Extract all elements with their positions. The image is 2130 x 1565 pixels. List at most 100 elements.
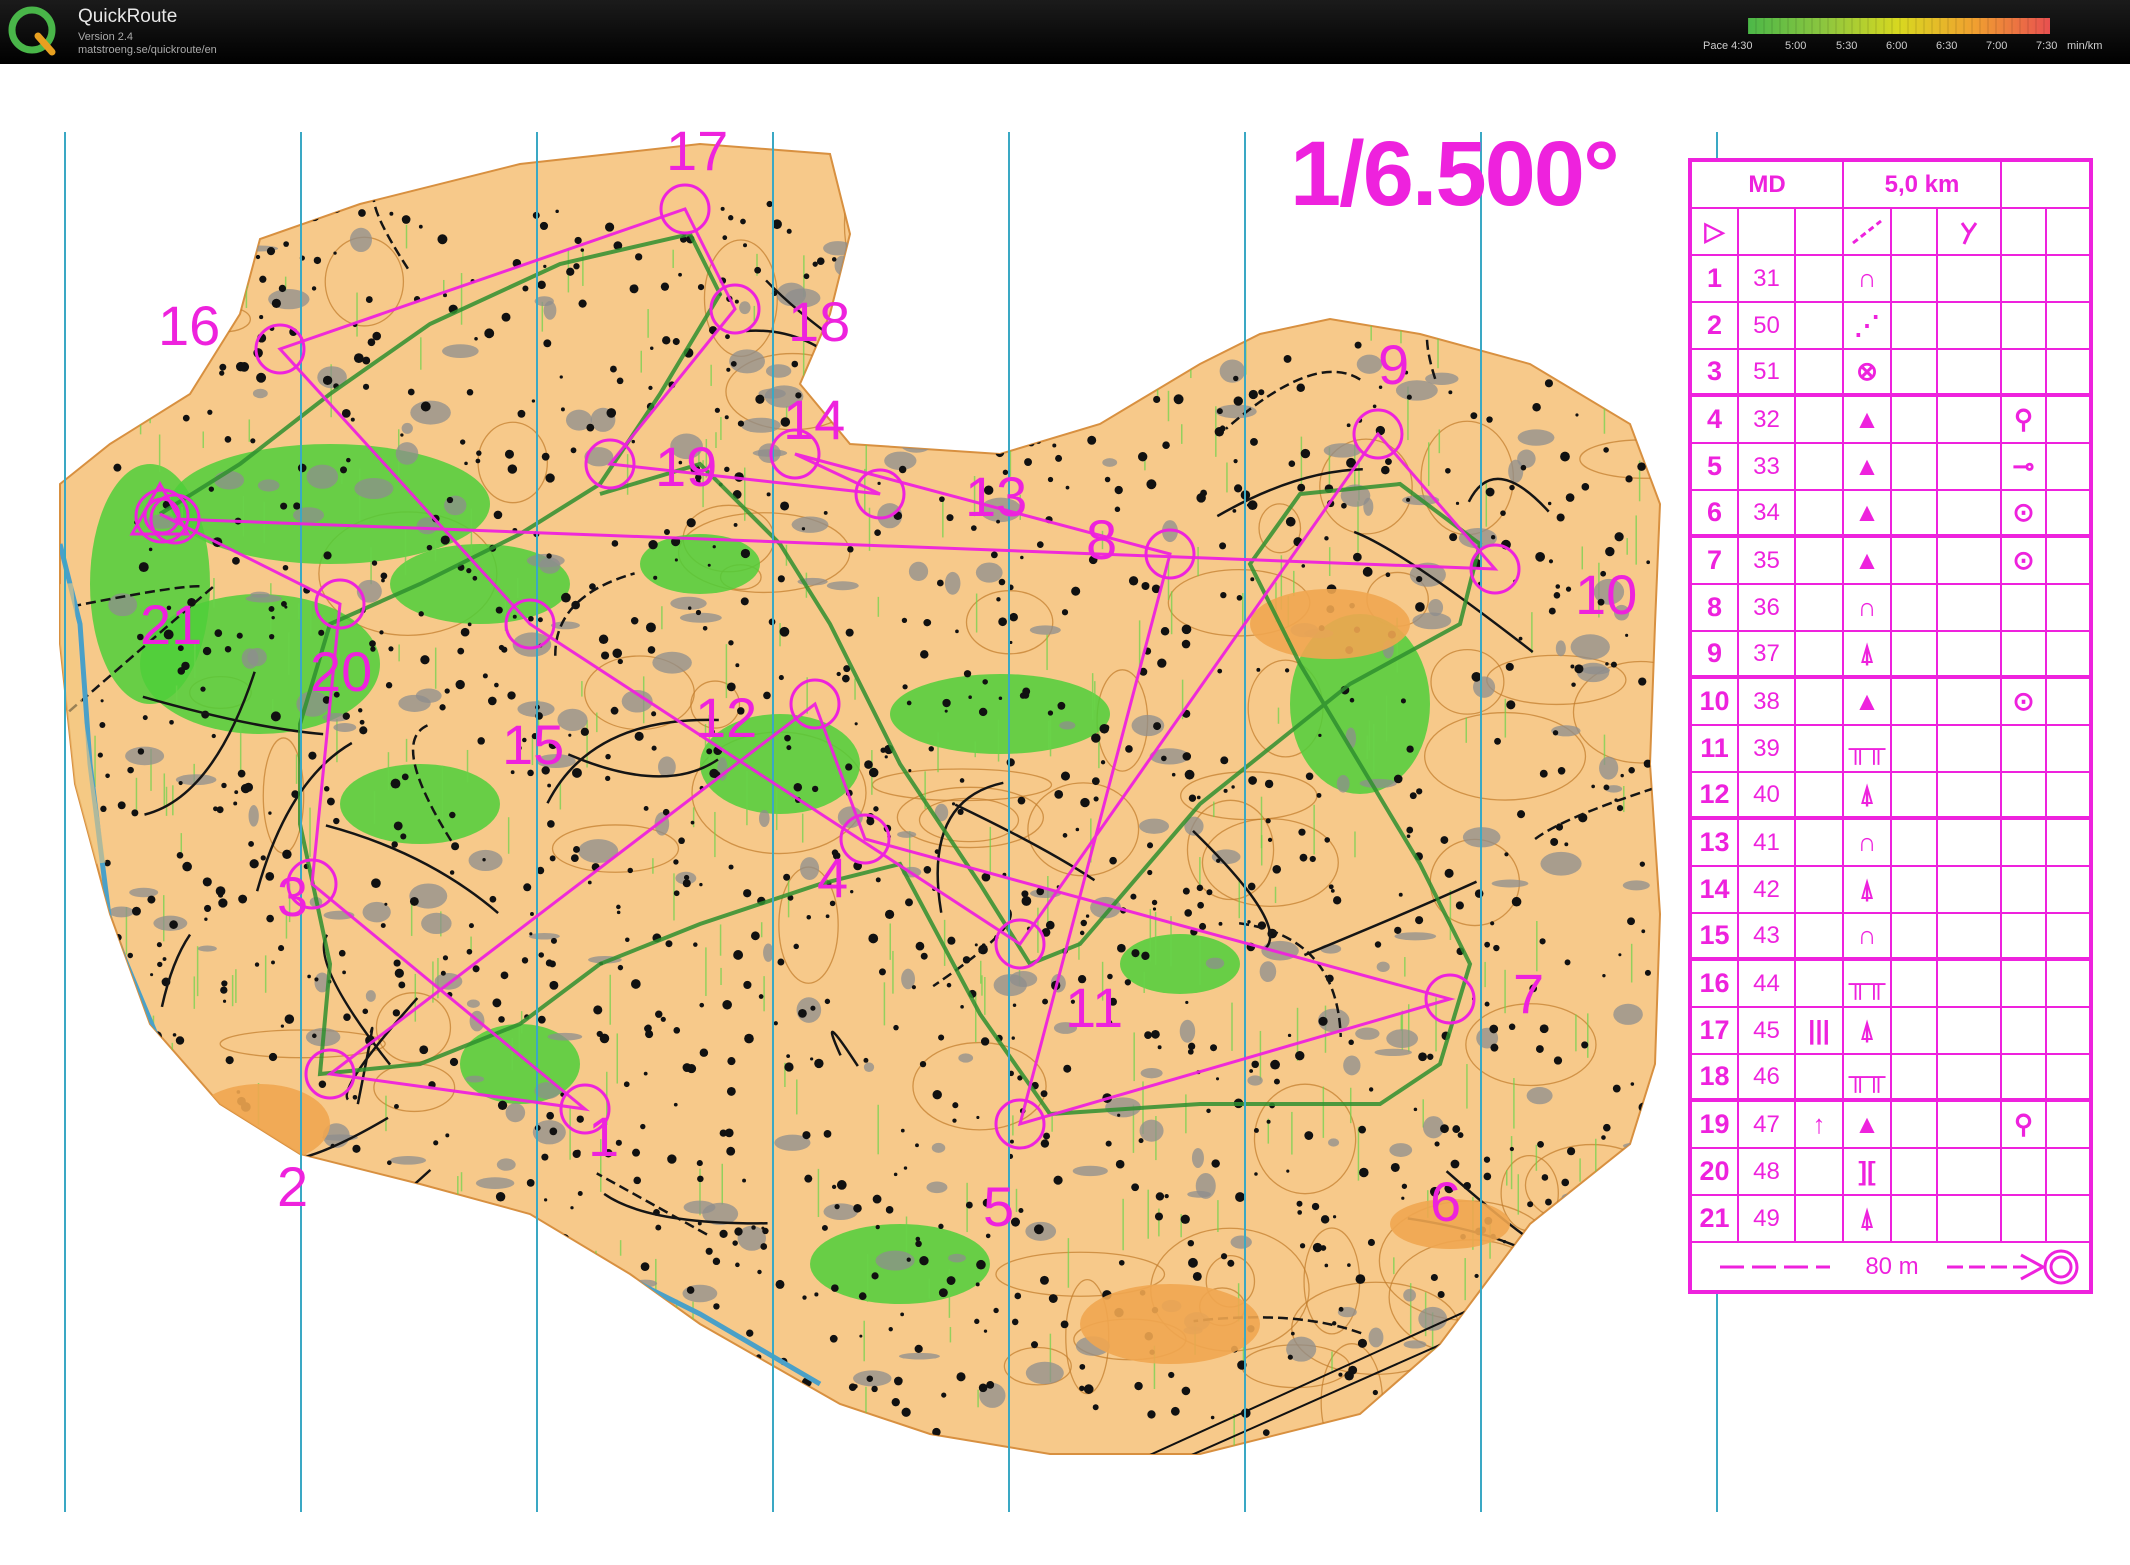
desc-num: 20 xyxy=(1692,1149,1739,1194)
desc-code: 34 xyxy=(1739,491,1796,534)
desc-where-icon xyxy=(2002,820,2047,865)
desc-control-row: 6 34 ▲ ⊙ xyxy=(1692,491,2089,538)
control-label: 13 xyxy=(965,465,1028,528)
orienteering-map[interactable]: 1/6.500° 1 2 3 4 5 6 7 8 9 10 11 12 13 14 15 16 17 18 19 20… xyxy=(0,64,2130,1565)
app-version: Version 2.4 xyxy=(78,31,134,43)
pace-label: 5:00 xyxy=(1785,40,1807,52)
desc-where-icon xyxy=(2002,867,2047,912)
desc-sym-icon: ▲ xyxy=(1844,397,1892,442)
desc-extra-icon xyxy=(1796,914,1844,957)
desc-extra-icon: ↑ xyxy=(1796,1102,1844,1147)
desc-extra-icon xyxy=(1796,256,1844,301)
desc-code: 32 xyxy=(1739,397,1796,442)
desc-control-row: 19 47 ↑ ▲ ⚲ xyxy=(1692,1102,2089,1149)
desc-extra-icon xyxy=(1796,303,1844,348)
desc-extra-icon xyxy=(1796,1196,1844,1241)
desc-where-icon: ⊙ xyxy=(2002,538,2047,583)
desc-code: 42 xyxy=(1739,867,1796,912)
desc-where-icon xyxy=(2002,632,2047,675)
map-scale-label: 1/6.500° xyxy=(1290,123,1620,225)
desc-where-icon xyxy=(2002,350,2047,393)
desc-num: 13 xyxy=(1692,820,1739,865)
desc-extra-icon xyxy=(1796,397,1844,442)
desc-sym-icon: ▲ xyxy=(1844,444,1892,489)
desc-extra-icon xyxy=(1796,773,1844,816)
desc-where-icon xyxy=(2002,303,2047,348)
desc-sym-icon: ⍋ xyxy=(1844,1196,1892,1241)
desc-num: 21 xyxy=(1692,1196,1739,1241)
app-header: QuickRoute Version 2.4 matstroeng.se/qui… xyxy=(0,0,2130,64)
control-label: 9 xyxy=(1378,333,1410,396)
pace-color-bar xyxy=(1748,18,2050,34)
desc-control-row: 14 42 ⍋ xyxy=(1692,867,2089,914)
desc-code: 40 xyxy=(1739,773,1796,816)
desc-num: 10 xyxy=(1692,679,1739,724)
desc-control-row: 12 40 ⍋ xyxy=(1692,773,2089,820)
desc-code: 36 xyxy=(1739,585,1796,630)
desc-code: 31 xyxy=(1739,256,1796,301)
feature-y-icon xyxy=(1960,221,1978,245)
desc-control-row: 16 44 ╥╥ xyxy=(1692,961,2089,1008)
desc-code: 44 xyxy=(1739,961,1796,1006)
desc-sym-icon: ][ xyxy=(1844,1149,1892,1194)
pace-label: 6:30 xyxy=(1936,40,1958,52)
desc-extra-icon xyxy=(1796,491,1844,534)
desc-where-icon xyxy=(2002,256,2047,301)
desc-extra-icon xyxy=(1796,444,1844,489)
desc-where-icon xyxy=(2002,1149,2047,1194)
desc-num: 6 xyxy=(1692,491,1739,534)
desc-sym-icon: ∩ xyxy=(1844,820,1892,865)
desc-header-row: MD 5,0 km xyxy=(1692,162,2089,209)
desc-start-row: ▷ xyxy=(1692,209,2089,256)
desc-control-row: 10 38 ▲ ⊙ xyxy=(1692,679,2089,726)
desc-control-row: 9 37 ⍋ xyxy=(1692,632,2089,679)
desc-where-icon: ⊸ xyxy=(2002,444,2047,489)
finish-dashed-line-icon xyxy=(1720,1265,1830,1269)
desc-sym-icon: ⍋ xyxy=(1844,867,1892,912)
desc-control-row: 7 35 ▲ ⊙ xyxy=(1692,538,2089,585)
desc-class: MD xyxy=(1692,162,1844,207)
desc-sym-icon: ⍋ xyxy=(1844,1008,1892,1053)
desc-control-row: 5 33 ▲ ⊸ xyxy=(1692,444,2089,491)
desc-code: 33 xyxy=(1739,444,1796,489)
desc-extra-icon xyxy=(1796,726,1844,771)
pace-label: 7:30 xyxy=(2036,40,2058,52)
desc-code: 50 xyxy=(1739,303,1796,348)
desc-code: 51 xyxy=(1739,350,1796,393)
pace-label: Pace 4:30 xyxy=(1703,40,1753,52)
quickroute-logo-icon xyxy=(8,6,56,56)
desc-extra-icon xyxy=(1796,867,1844,912)
control-label: 21 xyxy=(140,593,203,656)
desc-num: 12 xyxy=(1692,773,1739,816)
desc-control-row: 4 32 ▲ ⚲ xyxy=(1692,397,2089,444)
desc-control-row: 18 46 ╥╥ xyxy=(1692,1055,2089,1102)
desc-control-row: 3 51 ⊗ xyxy=(1692,350,2089,397)
desc-where-icon xyxy=(2002,585,2047,630)
dashed-line-icon xyxy=(1852,219,1882,244)
desc-sym-icon: ╥╥ xyxy=(1844,726,1892,771)
desc-num: 4 xyxy=(1692,397,1739,442)
desc-control-row: 15 43 ∩ xyxy=(1692,914,2089,961)
desc-num: 9 xyxy=(1692,632,1739,675)
desc-control-row: 11 39 ╥╥ xyxy=(1692,726,2089,773)
desc-extra-icon xyxy=(1796,632,1844,675)
control-label: 20 xyxy=(310,640,373,703)
desc-finish-row: 80 m xyxy=(1692,1243,2089,1290)
desc-sym-icon: ╥╥ xyxy=(1844,1055,1892,1098)
desc-num: 2 xyxy=(1692,303,1739,348)
desc-sym-icon: ▲ xyxy=(1844,679,1892,724)
desc-code: 38 xyxy=(1739,679,1796,724)
control-label: 10 xyxy=(1575,563,1638,626)
desc-control-row: 8 36 ∩ xyxy=(1692,585,2089,632)
control-label: 3 xyxy=(277,865,309,928)
desc-extra-icon xyxy=(1796,350,1844,393)
desc-control-row: 21 49 ⍋ xyxy=(1692,1196,2089,1243)
desc-sym-icon: ∩ xyxy=(1844,256,1892,301)
desc-where-icon xyxy=(2002,773,2047,816)
desc-code: 47 xyxy=(1739,1102,1796,1147)
start-triangle-icon: ▷ xyxy=(1692,209,1739,254)
pace-label: 6:00 xyxy=(1886,40,1908,52)
desc-sym-icon: ∩ xyxy=(1844,914,1892,957)
control-label: 16 xyxy=(158,294,221,357)
control-label: 5 xyxy=(983,1175,1015,1238)
